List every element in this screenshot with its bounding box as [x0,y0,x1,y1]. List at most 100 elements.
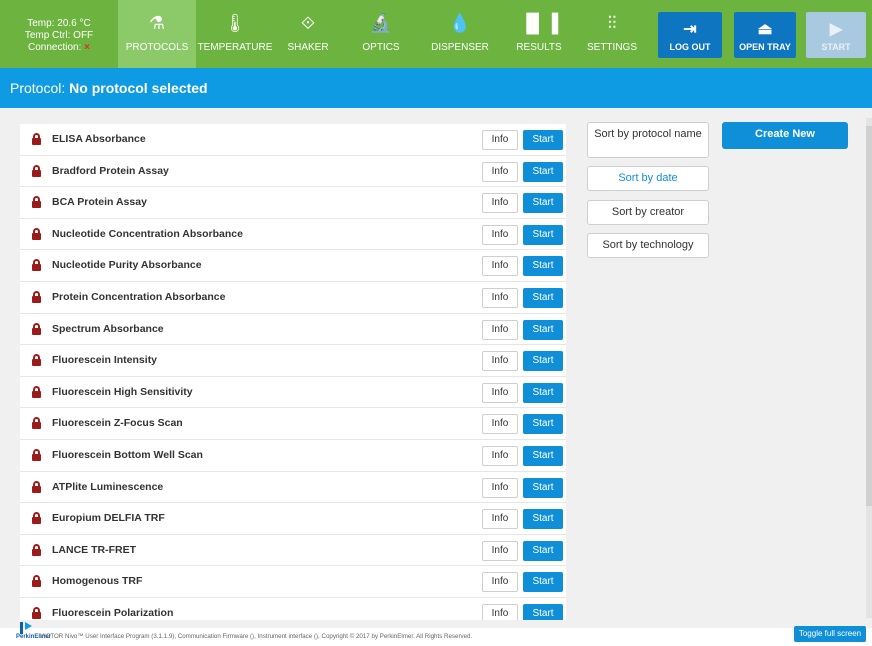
create-new-button[interactable]: Create New [722,122,848,149]
sliders-icon: ⫶⫶ [607,13,617,33]
protocol-row[interactable]: Fluorescein Intensity Info Start [20,345,566,377]
info-button[interactable]: Info [482,224,518,245]
info-button[interactable]: Info [482,572,518,593]
protocol-name: ATPlite Luminescence [52,480,164,493]
protocol-row[interactable]: ATPlite Luminescence Info Start [20,472,566,504]
start-protocol-button[interactable]: Start [523,351,563,372]
protocol-banner: Protocol: No protocol selected [0,68,872,108]
start-protocol-button[interactable]: Start [523,603,563,620]
toggle-full-screen-button[interactable]: Toggle full screen [794,626,866,642]
protocol-name: Nucleotide Purity Absorbance [52,259,202,272]
protocol-row[interactable]: Nucleotide Purity Absorbance Info Start [20,250,566,282]
start-protocol-button[interactable]: Start [523,382,563,403]
tab-settings-label: SETTINGS [586,42,637,53]
tab-protocols-label: PROTOCOLS [125,42,189,53]
lock-icon [32,512,41,525]
start-protocol-button[interactable]: Start [523,256,563,277]
info-button[interactable]: Info [482,540,518,561]
tab-temperature[interactable]: 🌡 TEMPERATURE [196,0,274,68]
start-protocol-button[interactable]: Start [523,509,563,530]
sort-by-creator-button[interactable]: Sort by creator [587,200,709,225]
lock-icon [32,606,41,619]
lock-icon [32,354,41,367]
start-protocol-button[interactable]: Start [523,414,563,435]
protocol-name: Protein Concentration Absorbance [52,290,226,303]
info-button[interactable]: Info [482,351,518,372]
start-protocol-button[interactable]: Start [523,224,563,245]
protocol-row[interactable]: Homogenous TRF Info Start [20,566,566,598]
protocol-name: Nucleotide Concentration Absorbance [52,227,243,240]
info-button[interactable]: Info [482,509,518,530]
info-button[interactable]: Info [482,256,518,277]
protocol-row[interactable]: Fluorescein Z-Focus Scan Info Start [20,408,566,440]
flask-icon: ⚗ [148,13,166,33]
lock-icon [32,227,41,240]
protocol-row[interactable]: Nucleotide Concentration Absorbance Info S… [20,219,566,251]
protocol-row[interactable]: LANCE TR-FRET Info Start [20,535,566,567]
status-panel: Temp: 20.6 °C Temp Ctrl: OFF Connection:… [0,0,118,68]
protocol-row[interactable]: Europium DELFIA TRF Info Start [20,503,566,535]
lock-icon [32,385,41,398]
shaker-icon: ⟐ [300,13,316,33]
bar-chart-icon: ▐▌▐ [519,13,559,33]
info-button[interactable]: Info [482,161,518,182]
sort-by-date-button[interactable]: Sort by date [587,166,709,191]
protocol-row[interactable]: Fluorescein Polarization Info Start [20,598,566,620]
protocol-name: BCA Protein Assay [52,196,147,209]
open-tray-button[interactable]: ⏏ OPEN TRAY [734,12,796,58]
protocol-row[interactable]: Bradford Protein Assay Info Start [20,156,566,188]
tab-results[interactable]: ▐▌▐ RESULTS [500,0,578,68]
temp-control-status: Temp Ctrl: OFF [24,30,94,41]
protocol-row[interactable]: Fluorescein High Sensitivity Info Start [20,377,566,409]
play-icon: ▶ [829,21,843,38]
start-protocol-button[interactable]: Start [523,287,563,308]
protocol-name: Fluorescein High Sensitivity [52,385,193,398]
start-protocol-button[interactable]: Start [523,540,563,561]
start-protocol-button[interactable]: Start [523,445,563,466]
tab-protocols[interactable]: ⚗ PROTOCOLS [118,0,196,68]
tab-settings[interactable]: ⫶⫶ SETTINGS [578,0,646,68]
sort-by-technology-button[interactable]: Sort by technology [587,233,709,258]
lock-icon [32,164,41,177]
start-protocol-button[interactable]: Start [523,130,563,150]
start-button[interactable]: ▶ START [806,12,866,58]
start-protocol-button[interactable]: Start [523,193,563,214]
protocol-name: Bradford Protein Assay [52,164,169,177]
tab-dispenser[interactable]: 💧 DISPENSER [420,0,500,68]
lock-icon [32,575,41,588]
sort-by-name-button[interactable]: Sort by protocol name [587,122,709,158]
info-button[interactable]: Info [482,130,518,150]
scrollbar[interactable] [866,118,872,618]
log-out-icon: ⇥ [683,21,697,38]
start-protocol-button[interactable]: Start [523,477,563,498]
start-protocol-button[interactable]: Start [523,161,563,182]
start-label: START [821,42,851,52]
info-button[interactable]: Info [482,319,518,340]
protocol-row[interactable]: BCA Protein Assay Info Start [20,187,566,219]
microscope-icon: 🔬 [369,13,393,33]
connection-label: Connection: [28,42,82,53]
temperature-readout: Temp: 20.6 °C [27,18,91,29]
info-button[interactable]: Info [482,414,518,435]
info-button[interactable]: Info [482,445,518,466]
protocol-row[interactable]: Protein Concentration Absorbance Info Star… [20,282,566,314]
protocol-row[interactable]: Fluorescein Bottom Well Scan Info Start [20,440,566,472]
protocol-name: Fluorescein Z-Focus Scan [52,417,183,430]
info-button[interactable]: Info [482,193,518,214]
protocol-row[interactable]: Spectrum Absorbance Info Start [20,314,566,346]
scrollbar-thumb[interactable] [866,126,872,506]
start-protocol-button[interactable]: Start [523,572,563,593]
log-out-button[interactable]: ⇥ LOG OUT [658,12,722,58]
start-protocol-button[interactable]: Start [523,319,563,340]
protocol-name: Fluorescein Intensity [52,354,158,367]
tab-optics[interactable]: 🔬 OPTICS [342,0,420,68]
top-bar: Temp: 20.6 °C Temp Ctrl: OFF Connection:… [0,0,872,68]
info-button[interactable]: Info [482,477,518,498]
tab-shaker[interactable]: ⟐ SHAKER [274,0,342,68]
info-button[interactable]: Info [482,287,518,308]
info-button[interactable]: Info [482,382,518,403]
droplets-icon: 💧 [448,13,472,33]
tab-results-label: RESULTS [516,42,562,53]
protocol-row[interactable]: ELISA Absorbance Info Start [20,124,566,156]
info-button[interactable]: Info [482,603,518,620]
